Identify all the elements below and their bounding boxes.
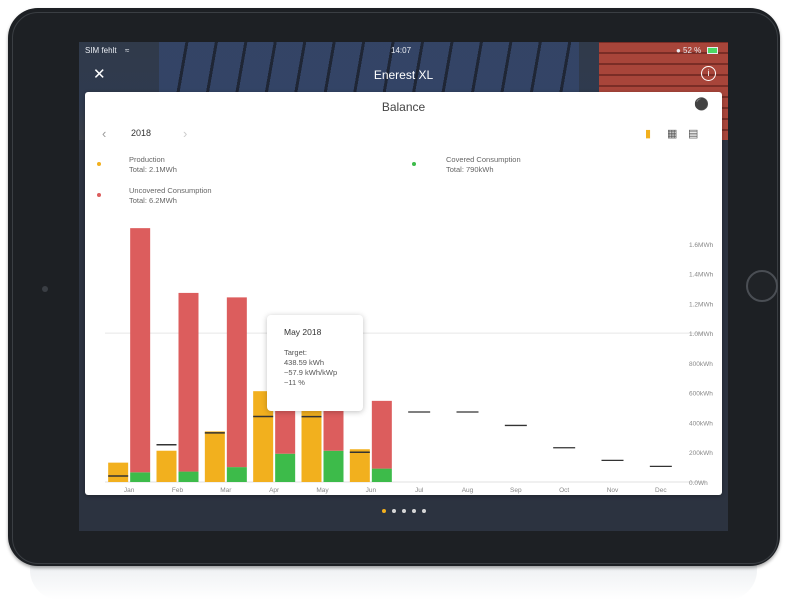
y-tick-label: 800kWh — [689, 361, 713, 368]
info-icon[interactable]: i — [701, 66, 716, 81]
balance-chart: 0.0Wh 200kWh 400kWh 600kWh 800kWh 1.0MWh 1.2MW… — [105, 228, 714, 494]
bar-production-jun — [349, 449, 370, 482]
y-tick-label: 1.0MWh — [689, 331, 714, 338]
app-screen: SIM fehlt ≈ 14:07 ● 52 % ✕ Enerest XL i … — [79, 42, 728, 531]
bar-uncovered-jun — [371, 400, 392, 469]
x-tick-label: Jul — [415, 487, 424, 494]
x-tick-label: Sep — [510, 487, 522, 494]
home-button[interactable] — [746, 270, 778, 302]
camera-icon — [42, 286, 48, 292]
y-tick-label: 200kWh — [689, 450, 713, 457]
bar-covered-apr — [275, 453, 296, 482]
page-dot[interactable] — [411, 509, 416, 513]
x-tick-label: Jan — [124, 487, 135, 494]
bar-uncovered-feb — [178, 292, 199, 472]
bar-covered-feb — [178, 471, 199, 482]
battery-percent: 52 % — [683, 46, 702, 55]
x-tick-label: Aug — [462, 487, 474, 494]
x-tick-label: Nov — [607, 487, 619, 494]
wifi-icon: ≈ — [125, 46, 130, 55]
bar-production-mar — [204, 431, 225, 482]
battery-icon — [707, 47, 718, 54]
y-tick-label: 400kWh — [689, 420, 713, 427]
y-tick-label: 0.0Wh — [689, 480, 708, 487]
chart-tooltip: May 2018 Target: 438.59 kWh ~57.9 kWh/kW… — [267, 315, 363, 411]
y-tick-label: 1.4MWh — [689, 272, 714, 279]
x-tick-label: Jun — [366, 487, 377, 494]
clock: 14:07 — [391, 46, 412, 55]
bar-production-may — [301, 403, 322, 482]
tooltip-title: May 2018 — [284, 327, 322, 337]
x-tick-label: Mar — [220, 487, 232, 494]
device-title: Enerest XL — [373, 68, 434, 82]
bar-covered-may — [323, 450, 344, 482]
y-tick-label: 1.6MWh — [689, 242, 714, 249]
x-tick-label: Oct — [559, 487, 569, 494]
tooltip-specific-yield: ~57.9 kWh/kWp — [284, 368, 338, 377]
bar-uncovered-jan — [130, 228, 151, 473]
bar-covered-mar — [226, 467, 247, 482]
tooltip-target-label: Target: — [284, 348, 307, 357]
bar-production-jan — [108, 462, 129, 482]
tooltip-percent: ~11 % — [284, 378, 305, 387]
page-dot[interactable] — [421, 509, 426, 513]
carrier-label: SIM fehlt — [85, 46, 117, 55]
x-tick-label: Apr — [269, 487, 280, 494]
page-indicator[interactable] — [79, 509, 728, 513]
bar-uncovered-mar — [226, 297, 247, 468]
bar-covered-jun — [371, 468, 392, 482]
y-tick-label: 1.2MWh — [689, 301, 714, 308]
bar-uncovered-apr — [275, 409, 296, 454]
x-tick-label: May — [316, 487, 329, 494]
bar-covered-jan — [130, 472, 151, 482]
x-tick-label: Feb — [172, 487, 184, 494]
bar-uncovered-may — [323, 409, 344, 451]
balance-card: Balance ⚫ ‹ 2018 › ▮ ▦ ▤ Production Tota… — [85, 92, 722, 495]
tooltip-target-value: 438.59 kWh — [284, 358, 325, 367]
bluetooth-icon: ● — [676, 46, 681, 55]
page-dot[interactable] — [391, 509, 396, 513]
page-dot[interactable] — [401, 509, 406, 513]
bar-production-feb — [156, 450, 177, 482]
x-tick-label: Dec — [655, 487, 667, 494]
page-dot[interactable] — [381, 509, 386, 513]
y-tick-label: 600kWh — [689, 391, 713, 398]
